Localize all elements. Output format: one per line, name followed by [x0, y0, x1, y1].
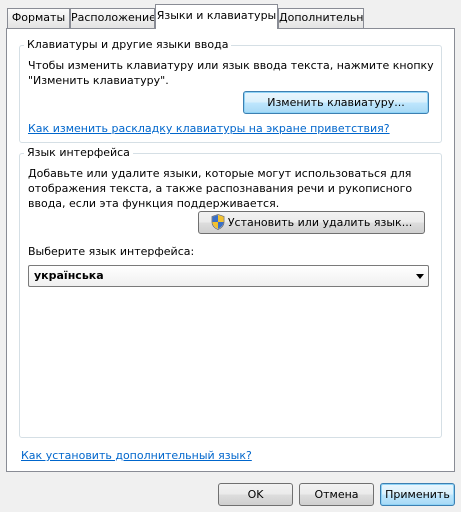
chevron-down-icon[interactable]: [416, 274, 424, 279]
tab-formats[interactable]: Форматы: [7, 8, 70, 28]
tab-strip: Форматы Расположение Языки и клавиатуры …: [0, 0, 461, 29]
keyboards-description-line1: Чтобы изменить клавиатуру или язык ввода…: [28, 59, 434, 72]
tab-advanced[interactable]: Дополнительно: [278, 8, 364, 28]
interface-language-group: Язык интерфейса Добавьте или удалите язы…: [19, 146, 442, 438]
additional-language-link[interactable]: Как установить дополнительный язык?: [21, 449, 252, 462]
cancel-button[interactable]: Отмена: [299, 483, 374, 506]
select-language-label: Выберите язык интерфейса:: [28, 245, 195, 258]
selected-language-value: українська: [34, 269, 104, 282]
ok-button[interactable]: OK: [218, 483, 293, 506]
install-uninstall-language-button[interactable]: Установить или удалить язык...: [198, 211, 425, 234]
tab-languages-keyboards[interactable]: Языки и клавиатуры: [155, 4, 278, 29]
welcome-screen-keyboard-link[interactable]: Как изменить раскладку клавиатуры на экр…: [28, 122, 390, 135]
keyboards-group: Клавиатуры и другие языки ввода Чтобы из…: [19, 38, 442, 143]
interface-description-line2: отображения текста, а также распознавани…: [28, 182, 413, 195]
interface-language-group-title: Язык интерфейса: [24, 146, 133, 159]
tab-location[interactable]: Расположение: [70, 8, 155, 28]
interface-language-select[interactable]: українська: [28, 265, 429, 287]
keyboards-group-title: Клавиатуры и другие языки ввода: [24, 38, 232, 51]
apply-button[interactable]: Применить: [380, 483, 455, 506]
uac-shield-icon: [211, 213, 225, 230]
install-uninstall-language-label: Установить или удалить язык...: [227, 215, 413, 229]
tab-panel: Клавиатуры и другие языки ввода Чтобы из…: [6, 28, 455, 472]
keyboards-description-line2: "Изменить клавиатуру".: [28, 74, 169, 87]
interface-description-line3: ввода, если эта функция поддерживается.: [28, 197, 280, 210]
change-keyboard-button[interactable]: Изменить клавиатуру...: [243, 91, 429, 114]
interface-description-line1: Добавьте или удалите языки, которые могу…: [28, 167, 412, 180]
